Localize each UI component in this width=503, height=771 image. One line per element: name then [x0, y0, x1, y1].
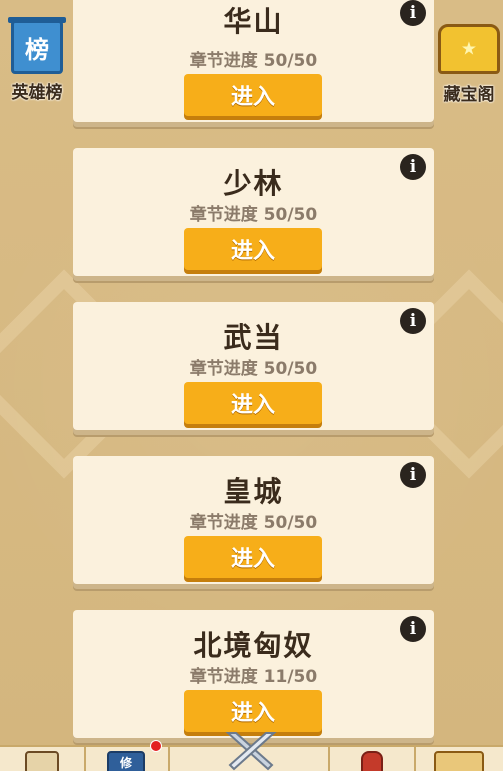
info-icon[interactable]: i	[400, 154, 426, 180]
book-icon: 修	[107, 751, 145, 771]
enter-button[interactable]: 进入	[184, 228, 322, 270]
enter-button[interactable]: 进入	[184, 74, 322, 116]
chapter-title: 华山	[223, 5, 284, 38]
chapter-card: 武当 章节进度 50/50 进入 i	[73, 302, 434, 430]
chapter-progress: 章节进度 50/50	[189, 513, 318, 533]
treasure-pavilion-button[interactable]: 藏宝阁	[435, 24, 503, 105]
chapter-card: 北境匈奴 章节进度 11/50 进入 i	[73, 610, 434, 738]
chapter-progress: 章节进度 50/50	[189, 359, 318, 379]
chapter-title: 皇城	[223, 475, 284, 508]
treasure-pavilion-label: 藏宝阁	[443, 85, 495, 105]
notification-badge	[150, 740, 162, 752]
chapter-card: 皇城 章节进度 50/50 进入 i	[73, 456, 434, 584]
enter-button[interactable]: 进入	[184, 536, 322, 578]
crossed-swords-icon	[225, 732, 277, 771]
chapter-progress: 章节进度 50/50	[189, 205, 318, 225]
treasure-chest-icon	[438, 24, 500, 74]
info-icon[interactable]: i	[400, 616, 426, 642]
info-icon[interactable]: i	[400, 308, 426, 334]
scroll-icon	[25, 751, 59, 771]
info-icon[interactable]: i	[400, 462, 426, 488]
hero-ranking-button[interactable]: 榜 英雄榜	[2, 17, 72, 103]
tab-gourd[interactable]	[330, 747, 416, 771]
chapter-progress: 章节进度 50/50	[189, 51, 318, 71]
info-icon[interactable]: i	[400, 0, 426, 26]
ranking-banner-icon: 榜	[8, 17, 66, 74]
chapter-card: 华山 章节进度 50/50 进入 i	[73, 0, 434, 122]
chapter-card: 少林 章节进度 50/50 进入 i	[73, 148, 434, 276]
chapter-title: 北境匈奴	[193, 629, 314, 662]
chapter-progress: 章节进度 11/50	[189, 667, 318, 687]
tab-scroll[interactable]	[0, 747, 86, 771]
chapter-title: 武当	[223, 321, 284, 354]
gourd-icon	[361, 751, 383, 771]
chapter-title: 少林	[223, 167, 284, 200]
book-icon-glyph: 修	[119, 756, 132, 770]
enter-button[interactable]: 进入	[184, 382, 322, 424]
enter-button[interactable]: 进入	[184, 690, 322, 732]
map-icon	[433, 751, 484, 771]
hero-ranking-label: 英雄榜	[11, 83, 63, 103]
ranking-icon-glyph: 榜	[25, 35, 49, 64]
tab-map[interactable]	[414, 747, 503, 771]
